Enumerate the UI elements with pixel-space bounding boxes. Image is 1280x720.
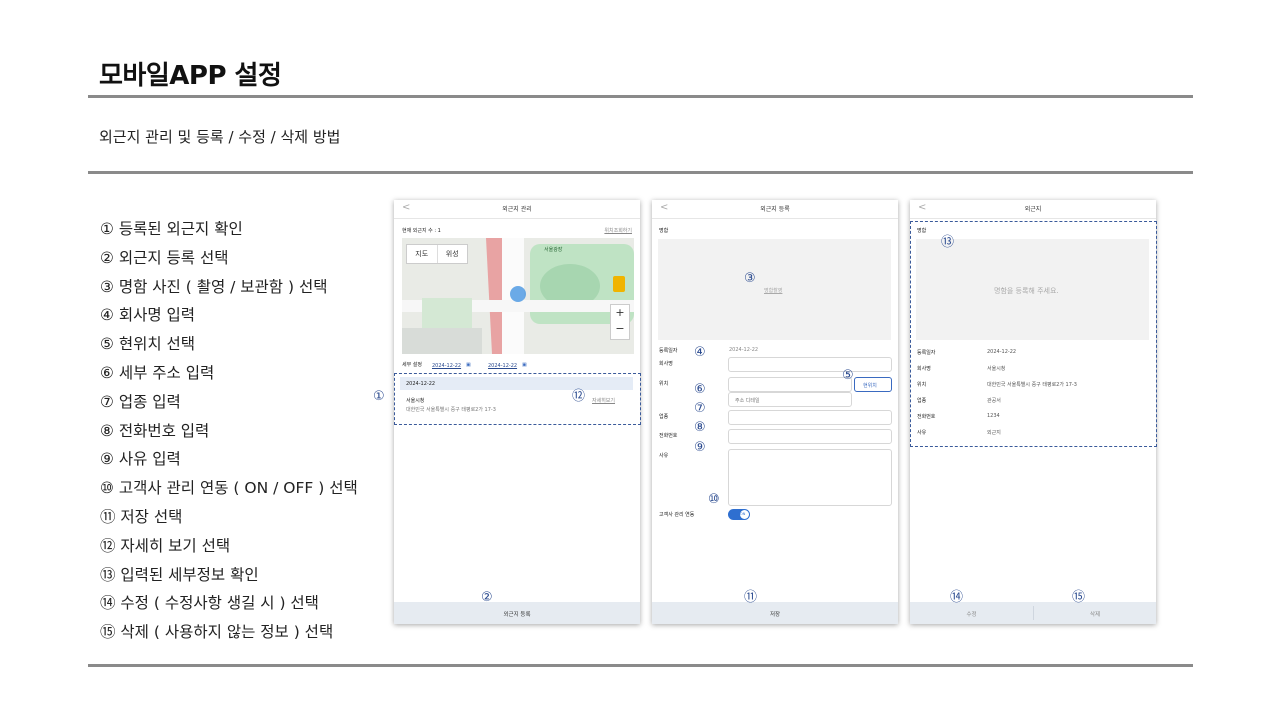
zoom-out-button[interactable]: − [611, 321, 629, 337]
step-marker: ⑩ [708, 492, 720, 507]
business-input[interactable] [728, 410, 892, 425]
step-marker: ⑧ [694, 420, 706, 435]
register-button[interactable]: 외근지 등록 [394, 602, 640, 624]
date-to[interactable]: 2024-12-22 [488, 363, 517, 369]
page-title: 모바일APP 설정 [99, 61, 282, 91]
step-item: ⑨ 사유 입력 [100, 450, 181, 469]
date-filter-label: 세부 설정 [402, 362, 422, 368]
zoom-control[interactable]: + − [610, 304, 630, 340]
edit-button-label: 수정 [966, 612, 977, 618]
streetview-icon[interactable] [613, 276, 625, 292]
map-view[interactable]: 지도 위성 서울광장 + − [402, 238, 634, 354]
step-marker: ⑪ [744, 590, 758, 605]
current-location-label: 현위치 [863, 383, 877, 389]
location-label: 위치 [659, 381, 669, 387]
calendar-icon[interactable]: ▣ [522, 362, 527, 368]
app-header: < 외근지 등록 [652, 200, 898, 219]
step-item: ① 등록된 외근지 확인 [100, 220, 243, 238]
step-item: ⑫ 자세히 보기 선택 [100, 536, 231, 555]
save-button-label: 저장 [769, 612, 781, 618]
step-marker: ① [373, 389, 385, 404]
date-from[interactable]: 2024-12-22 [432, 363, 461, 369]
step-marker: ⑥ [694, 382, 706, 397]
step-item: ⑭ 수정 ( 수정사항 생길 시 ) 선택 [100, 594, 319, 613]
step-marker: ⑭ [950, 590, 964, 605]
date-label: 등록일자 [659, 348, 678, 354]
step-marker: ⑦ [694, 401, 706, 416]
edit-button[interactable]: 수정 [910, 602, 1033, 624]
page-subtitle: 외근지 관리 및 등록 / 수정 / 삭제 방법 [99, 128, 341, 146]
highlight-registered-place [394, 373, 641, 425]
step-item: ⑩ 고객사 관리 연동 ( ON / OFF ) 선택 [100, 479, 358, 498]
delete-button[interactable]: 삭제 [1034, 602, 1156, 624]
screen-title: 외근지 등록 [760, 206, 790, 213]
step-item: ⑥ 세부 주소 입력 [100, 363, 215, 382]
step-marker: ⑬ [941, 235, 955, 250]
map-type-toggle[interactable]: 지도 위성 [406, 244, 468, 264]
company-label: 회사명 [659, 361, 673, 367]
reason-textarea[interactable] [728, 449, 892, 506]
step-list: ① 등록된 외근지 확인 ② 외근지 등록 선택 ③ 명함 사진 ( 촬영 / … [100, 217, 358, 649]
step-item: ④ 회사명 입력 [100, 306, 196, 325]
toggle-state: ON [740, 512, 746, 516]
refresh-link[interactable]: 위치조회하기 [604, 227, 632, 234]
step-item: ⑤ 현위치 선택 [100, 335, 196, 354]
tab-map[interactable]: 지도 [407, 245, 438, 263]
tab-satellite[interactable]: 위성 [438, 245, 468, 263]
location-input[interactable] [728, 377, 852, 392]
save-button[interactable]: 저장 [652, 602, 898, 624]
address-detail-input[interactable]: 주소 디테일 [728, 392, 852, 407]
step-item: ⑮ 삭제 ( 사용하지 않는 정보 ) 선택 [100, 623, 334, 642]
header-divider [88, 95, 1193, 98]
subtitle-divider [88, 171, 1193, 174]
calendar-icon[interactable]: ▣ [466, 362, 471, 368]
sync-toggle[interactable]: ON [728, 509, 750, 520]
step-marker: ⑮ [1072, 590, 1086, 605]
phone-input[interactable] [728, 429, 892, 444]
business-label: 업종 [659, 414, 669, 420]
screen-title: 외근지 [1024, 206, 1042, 213]
step-marker: ③ [744, 271, 756, 286]
photo-capture-link[interactable]: 명함촬영 [764, 287, 782, 294]
screen-title: 외근지 관리 [502, 206, 532, 213]
register-button-label: 외근지 등록 [503, 612, 531, 618]
screen-register: < 외근지 등록 명함 명함촬영 등록일자 2024-12-22 회사명 위치 … [652, 200, 898, 624]
step-marker: ④ [694, 345, 706, 360]
step-marker: ⑨ [694, 440, 706, 455]
date-value: 2024-12-22 [729, 347, 759, 353]
card-photo-label: 명함 [659, 228, 669, 234]
place-count: 현재 외근지 수 : 1 [402, 228, 441, 234]
step-item: ③ 명함 사진 ( 촬영 / 보관함 ) 선택 [100, 277, 328, 296]
step-item: ⑧ 전화번호 입력 [100, 421, 210, 440]
step-item: ② 외근지 등록 선택 [100, 248, 229, 267]
company-input[interactable] [728, 357, 892, 372]
step-item: ⑦ 업종 입력 [100, 392, 181, 411]
phone-label: 전화번호 [659, 433, 678, 439]
address-detail-placeholder: 주소 디테일 [735, 398, 760, 404]
step-marker: ⑫ [572, 389, 586, 404]
step-item: ⑬ 입력된 세부정보 확인 [100, 565, 259, 584]
delete-button-label: 삭제 [1089, 612, 1101, 618]
app-header: < 외근지 관리 [394, 200, 640, 219]
zoom-in-button[interactable]: + [611, 305, 629, 321]
current-location-button[interactable]: 현위치 [854, 377, 892, 392]
sync-label: 고객사 관리 연동 [659, 512, 695, 518]
step-item: ⑪ 저장 선택 [100, 507, 183, 526]
app-header: < 외근지 [910, 200, 1156, 219]
reason-label: 사유 [659, 453, 669, 459]
step-marker: ② [481, 590, 493, 605]
map-place-label: 서울광장 [544, 247, 563, 253]
footer-divider [88, 664, 1193, 667]
highlight-place-details [910, 221, 1157, 447]
bottom-actions: 수정 삭제 [910, 602, 1156, 624]
location-pin-icon [510, 286, 526, 302]
step-marker: ⑤ [842, 368, 854, 383]
